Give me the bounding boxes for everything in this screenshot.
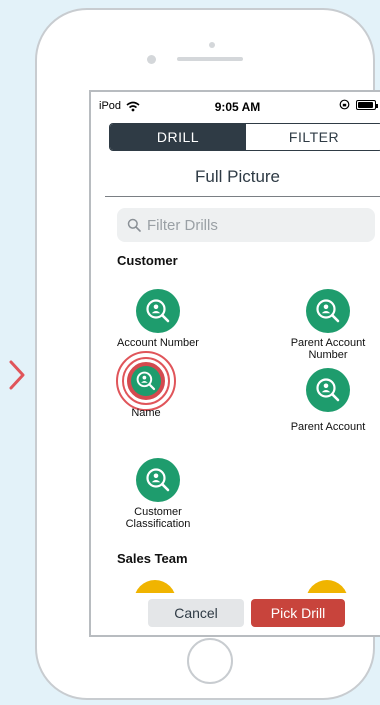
phone-sensor (209, 42, 215, 48)
drill-account-number[interactable]: Account Number (103, 289, 213, 349)
search-input[interactable] (147, 216, 367, 234)
person-search-icon (146, 299, 170, 323)
person-search-icon (316, 378, 340, 402)
status-bar: iPod 9:05 AM (91, 92, 380, 120)
status-time: 9:05 AM (214, 100, 261, 114)
drill-label: Parent Account (290, 421, 366, 433)
section-title-customer: Customer (117, 253, 178, 268)
rotation-lock-icon (339, 99, 350, 110)
drill-customer-classification[interactable]: Customer Classification (103, 458, 213, 530)
segmented-control: DRILL FILTER (109, 123, 380, 151)
phone-camera (147, 55, 156, 64)
section-title-sales-team: Sales Team (117, 551, 188, 566)
pick-drill-button[interactable]: Pick Drill (251, 599, 345, 627)
drill-label: Customer Classification (125, 506, 191, 530)
search-field[interactable] (117, 208, 375, 242)
drill-icon-circle (306, 368, 350, 412)
cancel-button[interactable]: Cancel (148, 599, 244, 627)
person-search-icon (316, 299, 340, 323)
person-search-icon (146, 468, 170, 492)
action-footer: Cancel Pick Drill (91, 593, 380, 635)
home-button[interactable] (187, 638, 233, 684)
drill-parent-account-number[interactable]: Parent Account Number (273, 289, 380, 361)
title-divider (105, 196, 380, 197)
page-title: Full Picture (194, 167, 281, 186)
search-icon (127, 218, 141, 232)
drill-icon-circle (136, 289, 180, 333)
person-search-icon (136, 371, 156, 391)
tab-drill[interactable]: DRILL (110, 124, 246, 150)
drill-label: Parent Account Number (290, 337, 366, 361)
phone-frame: iPod 9:05 AM DRILL FILTER Full Picture F… (35, 8, 380, 700)
app-screen: iPod 9:05 AM DRILL FILTER Full Picture F… (89, 90, 380, 637)
drill-icon-circle (136, 458, 180, 502)
drill-name[interactable]: Name (91, 366, 201, 419)
tab-filter[interactable]: FILTER (246, 124, 380, 150)
drill-parent-account[interactable]: Parent Account (273, 368, 380, 433)
drill-icon-circle (306, 289, 350, 333)
phone-speaker (177, 57, 243, 61)
drill-label: Name (131, 407, 161, 419)
battery-icon (356, 99, 378, 110)
chevron-right-icon[interactable] (4, 358, 28, 392)
drill-icon-circle (131, 366, 161, 396)
drill-label: Account Number (117, 337, 199, 349)
